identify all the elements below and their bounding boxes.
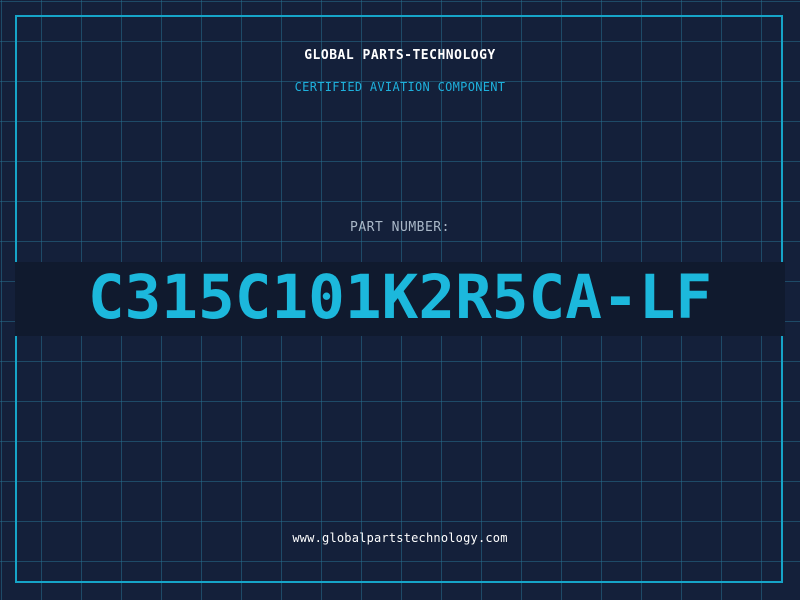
tagline: CERTIFIED AVIATION COMPONENT bbox=[294, 80, 506, 94]
website-url: www.globalpartstechnology.com bbox=[292, 531, 508, 545]
part-number-value: C315C101K2R5CA-LF bbox=[87, 262, 713, 333]
company-name: GLOBAL PARTS-TECHNOLOGY bbox=[304, 48, 496, 63]
part-number-label: PART NUMBER: bbox=[350, 220, 450, 235]
